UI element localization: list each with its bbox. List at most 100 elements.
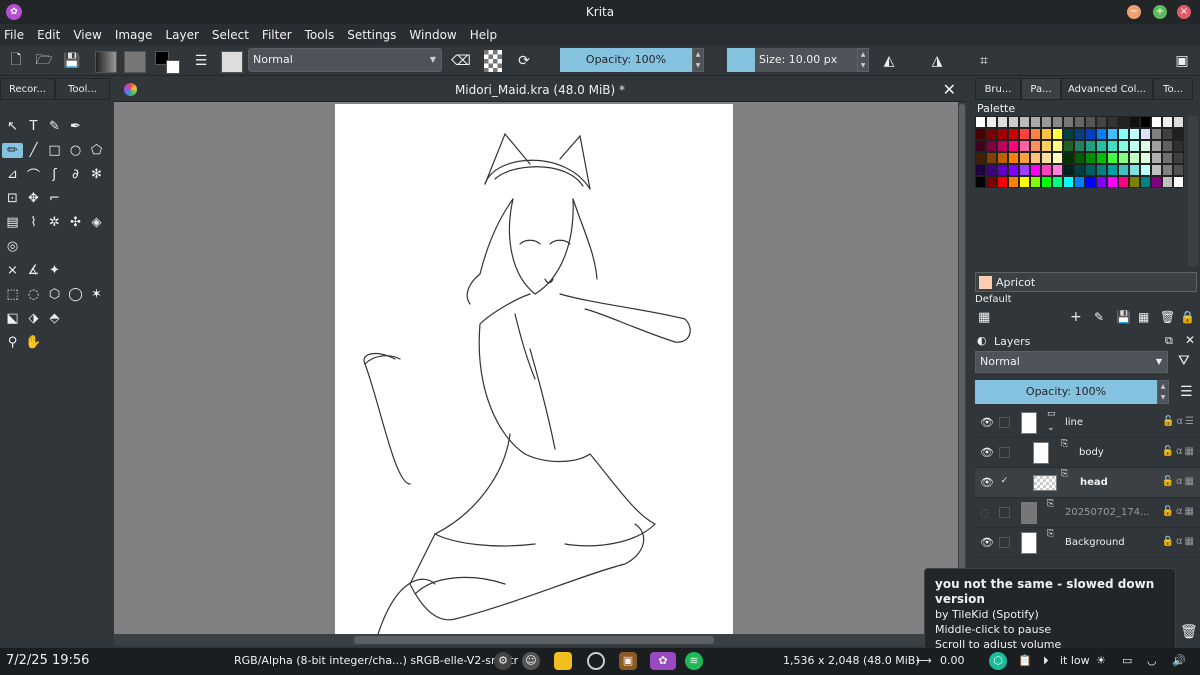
open-document-icon[interactable]: 🗁 bbox=[34, 50, 54, 72]
menu-layer[interactable]: Layer bbox=[165, 28, 198, 42]
layer-lock-alpha-icons[interactable]: 🔒α▦ bbox=[1162, 536, 1197, 547]
move-tool-icon[interactable]: ✥ bbox=[23, 191, 44, 206]
palette-swatch[interactable] bbox=[1096, 176, 1107, 188]
zoom-icon[interactable]: ⚲ bbox=[2, 335, 23, 350]
palette-swatch[interactable] bbox=[1107, 152, 1118, 164]
layer-row-head[interactable]: 👁 ✓ ⎘ head 🔓α▦ bbox=[975, 468, 1200, 498]
eraser-icon[interactable]: ⌫ bbox=[451, 50, 471, 72]
menu-filter[interactable]: Filter bbox=[262, 28, 292, 42]
smart-patch-icon[interactable]: ✲ bbox=[44, 215, 65, 230]
drawing-canvas[interactable] bbox=[335, 104, 733, 645]
palette-swatch[interactable] bbox=[1008, 128, 1019, 140]
palette-swatch[interactable] bbox=[997, 116, 1008, 128]
visibility-icon[interactable]: 👁 bbox=[980, 476, 994, 489]
palette-swatch[interactable] bbox=[1052, 152, 1063, 164]
tab-toolbox[interactable]: Tool... bbox=[55, 78, 110, 100]
assistant-icon[interactable]: ⨯ bbox=[2, 263, 23, 278]
alpha-lock-icon[interactable] bbox=[484, 50, 502, 72]
palette-swatch[interactable] bbox=[1118, 140, 1129, 152]
palette-swatch[interactable] bbox=[1129, 164, 1140, 176]
palette-swatch[interactable] bbox=[1162, 116, 1173, 128]
layer-lock-alpha-icons[interactable]: 🔓α▦ bbox=[1162, 506, 1197, 517]
float-docker-icon[interactable]: ⧉ bbox=[1165, 334, 1173, 348]
palette-swatch[interactable] bbox=[1107, 164, 1118, 176]
reference-icon[interactable]: ✦ bbox=[44, 263, 65, 278]
gradient-swatch[interactable] bbox=[95, 51, 117, 73]
multibrush-icon[interactable]: ✻ bbox=[86, 167, 107, 182]
palette-swatch[interactable] bbox=[1107, 128, 1118, 140]
dynamic-brush-icon[interactable]: ∂ bbox=[65, 167, 86, 182]
palette-swatch[interactable] bbox=[1041, 116, 1052, 128]
reload-preset-icon[interactable]: ⟳ bbox=[513, 50, 535, 72]
menu-view[interactable]: View bbox=[73, 28, 101, 42]
magnetic-select-icon[interactable]: ⬘ bbox=[44, 311, 65, 326]
pan-icon[interactable]: ✋ bbox=[23, 335, 44, 350]
palette-swatch[interactable] bbox=[986, 128, 997, 140]
size-slider[interactable]: Size: 10.00 px bbox=[727, 48, 857, 72]
layer-row-reference[interactable]: ◌ ⎘ 20250702_174... 🔓α▦ bbox=[975, 498, 1200, 528]
palette-swatch[interactable] bbox=[1173, 116, 1184, 128]
palette-swatch[interactable] bbox=[1140, 164, 1151, 176]
volume-icon[interactable]: 🔊 bbox=[1172, 654, 1186, 667]
edit-shapes-icon[interactable]: ✎ bbox=[44, 119, 65, 134]
layer-lock-alpha-icons[interactable]: 🔓α☰ bbox=[1162, 416, 1196, 427]
blend-mode-dropdown[interactable]: Normal ▼ bbox=[248, 48, 442, 72]
palette-swatch[interactable] bbox=[1173, 140, 1184, 152]
palette-swatch[interactable] bbox=[1173, 152, 1184, 164]
palette-swatch[interactable] bbox=[1030, 164, 1041, 176]
palette-swatch[interactable] bbox=[1030, 176, 1041, 188]
palette-swatch[interactable] bbox=[1162, 164, 1173, 176]
brush-settings-icon[interactable]: ☰ bbox=[190, 50, 212, 72]
document-tab[interactable]: Midori_Maid.kra (48.0 MiB) * ✕ bbox=[114, 78, 966, 102]
palette-swatch[interactable] bbox=[1019, 140, 1030, 152]
gradient-tool-icon[interactable]: ▤ bbox=[2, 215, 23, 230]
palette-swatch[interactable] bbox=[1096, 152, 1107, 164]
palette-swatch[interactable] bbox=[1019, 128, 1030, 140]
layer-checkbox[interactable] bbox=[999, 537, 1010, 548]
freehand-select-icon[interactable]: ◯ bbox=[65, 287, 86, 302]
rect-select-icon[interactable]: ⬚ bbox=[2, 287, 23, 302]
close-button[interactable]: × bbox=[1177, 5, 1191, 19]
palette-swatch[interactable] bbox=[1041, 176, 1052, 188]
layer-lock-alpha-icons[interactable]: 🔓α▦ bbox=[1162, 446, 1197, 457]
palette-swatch[interactable] bbox=[1085, 128, 1096, 140]
group-expand-icon[interactable]: ⌄ bbox=[1047, 423, 1055, 433]
palette-swatch[interactable] bbox=[1008, 140, 1019, 152]
similar-select-icon[interactable]: ⬕ bbox=[2, 311, 23, 326]
layer-row-line[interactable]: 👁 ▭ ⌄ line 🔓α☰ bbox=[975, 408, 1200, 438]
close-docker-icon[interactable]: ✕ bbox=[1185, 333, 1195, 347]
palette-swatch[interactable] bbox=[1151, 140, 1162, 152]
bg-color-swatch[interactable] bbox=[166, 60, 180, 74]
palette-swatch[interactable] bbox=[1173, 128, 1184, 140]
palette-swatch[interactable] bbox=[1129, 116, 1140, 128]
fill-tool-icon[interactable]: ◈ bbox=[86, 215, 107, 230]
palette-swatch[interactable] bbox=[1063, 128, 1074, 140]
palette-swatch[interactable] bbox=[1019, 176, 1030, 188]
palette-swatch[interactable] bbox=[1074, 152, 1085, 164]
palette-swatch[interactable] bbox=[1085, 176, 1096, 188]
palette-swatch[interactable] bbox=[1052, 176, 1063, 188]
palette-swatch[interactable] bbox=[1118, 164, 1129, 176]
close-document-icon[interactable]: ✕ bbox=[943, 78, 956, 102]
palette-grid[interactable] bbox=[975, 116, 1187, 192]
battery-icon[interactable]: ▭ bbox=[1122, 654, 1132, 667]
docker-toggle-icon[interactable]: ▣ bbox=[1172, 50, 1192, 72]
palette-swatch[interactable] bbox=[1140, 116, 1151, 128]
polygon-tool-icon[interactable]: ⬠ bbox=[86, 143, 107, 158]
layer-lock-alpha-icons[interactable]: 🔓α▦ bbox=[1162, 476, 1197, 487]
pattern-swatch[interactable] bbox=[124, 51, 146, 73]
freehand-brush-icon[interactable]: ✏ bbox=[2, 142, 23, 158]
palette-swatch[interactable] bbox=[1118, 116, 1129, 128]
media-notification[interactable]: you not the same - slowed down version b… bbox=[924, 568, 1176, 651]
palette-swatch[interactable] bbox=[1162, 176, 1173, 188]
palette-swatch[interactable] bbox=[1085, 116, 1096, 128]
visibility-off-icon[interactable]: ◌ bbox=[980, 506, 990, 519]
menu-settings[interactable]: Settings bbox=[347, 28, 396, 42]
palette-swatch[interactable] bbox=[1118, 152, 1129, 164]
edit-swatch-icon[interactable]: ✎ bbox=[1094, 310, 1104, 324]
palette-swatch[interactable] bbox=[975, 152, 986, 164]
delete-swatch-icon[interactable]: 🗑 bbox=[1160, 310, 1175, 324]
palette-swatch[interactable] bbox=[1074, 164, 1085, 176]
wrap-around-icon[interactable]: ⌗ bbox=[974, 50, 994, 72]
palette-swatch[interactable] bbox=[1030, 152, 1041, 164]
